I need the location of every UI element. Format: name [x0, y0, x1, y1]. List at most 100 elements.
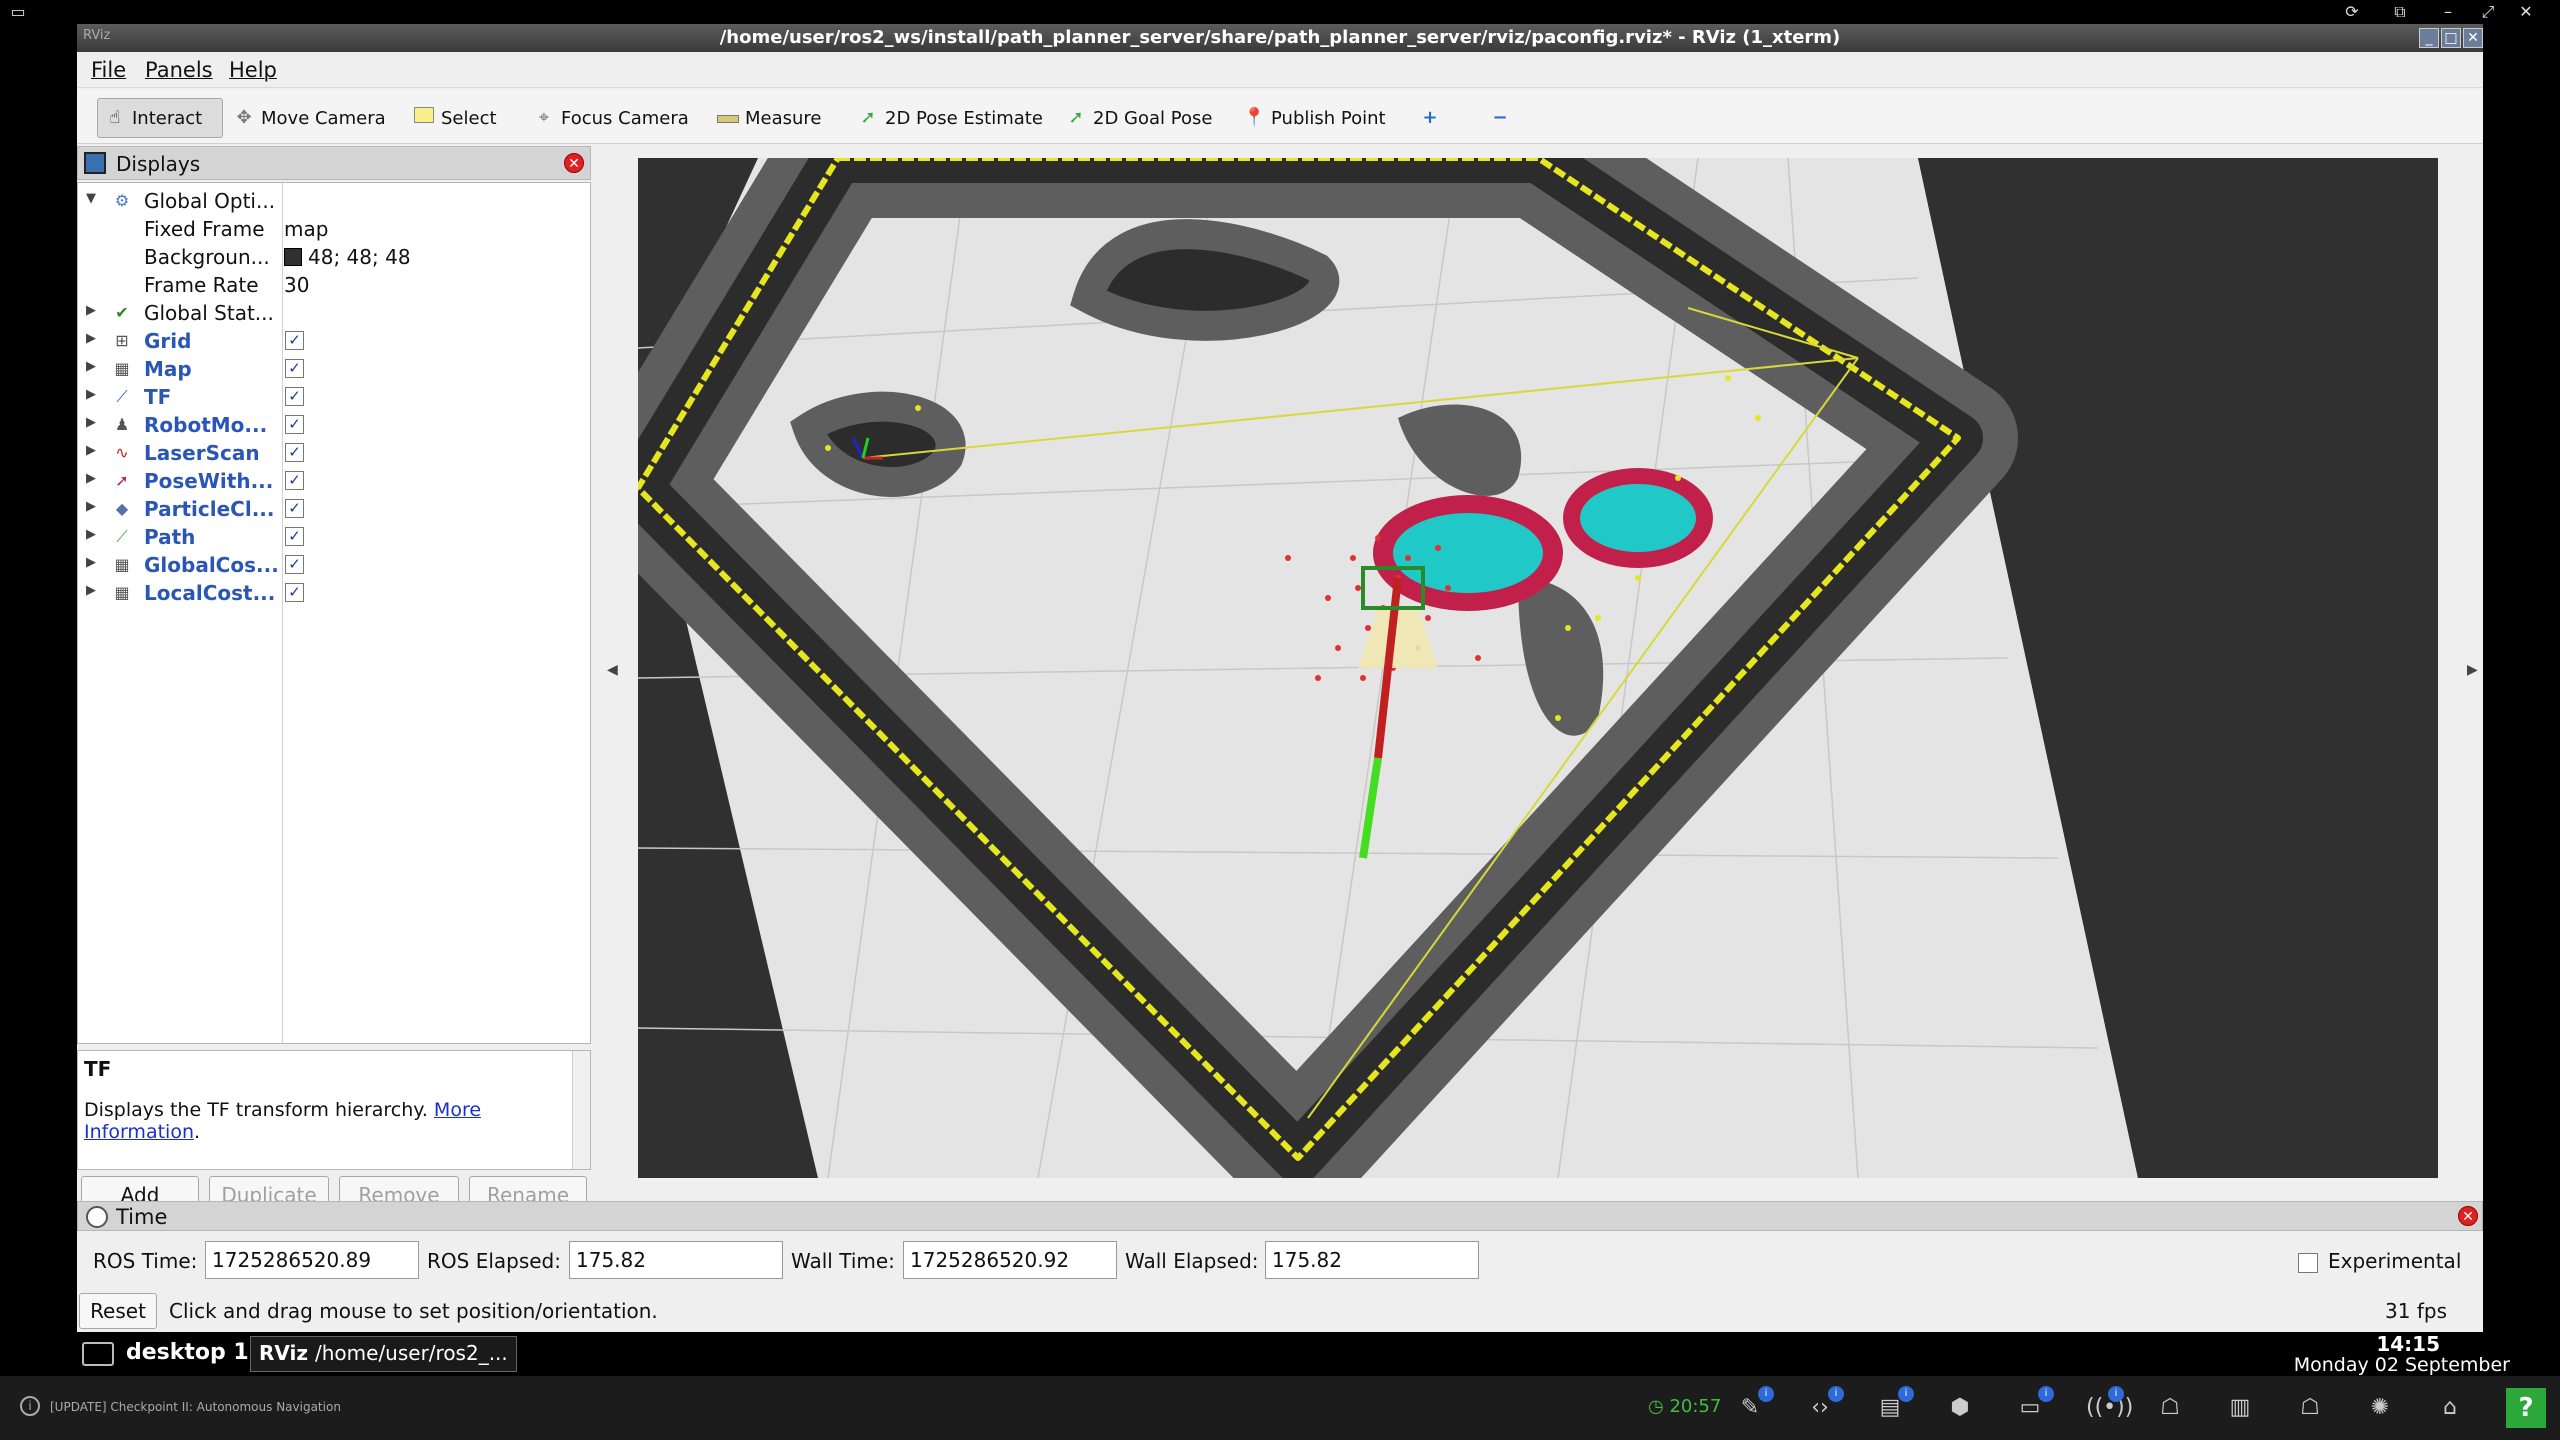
update-notice[interactable]: [UPDATE] Checkpoint II: Autonomous Navig… [50, 1400, 341, 1414]
display-item[interactable]: ▶ ➚ PoseWith... ✓ [78, 467, 590, 495]
3d-viewport[interactable] [638, 158, 2438, 1178]
collapse-left-arrow-icon[interactable]: ◀ [607, 662, 618, 678]
refresh-icon[interactable]: ⟳ [2342, 2, 2362, 22]
collapse-right-arrow-icon[interactable]: ▶ [2467, 662, 2478, 678]
select-tool-button[interactable]: Select [407, 98, 503, 138]
experimental-checkbox[interactable] [2298, 1253, 2318, 1273]
ros-elapsed-field[interactable]: 175.82 [569, 1241, 783, 1279]
publish-point-label: Publish Point [1271, 107, 1386, 129]
expand-arrow-icon[interactable]: ▶ [86, 303, 96, 318]
book-icon[interactable]: ▥ [2226, 1394, 2254, 1422]
goal-pose-tool-button[interactable]: ➚ 2D Goal Pose [1059, 98, 1218, 138]
map-icon: ▦ [114, 359, 130, 378]
display-item[interactable]: ▶ ◆ ParticleCl... ✓ [78, 495, 590, 523]
display-enable-checkbox[interactable]: ✓ [285, 471, 304, 490]
window-maximize-button[interactable]: □ [2441, 28, 2461, 48]
display-item[interactable]: ▶ ♟ RobotMo... ✓ [78, 411, 590, 439]
display-enable-checkbox[interactable]: ✓ [285, 583, 304, 602]
notebook-icon[interactable]: ▤ i [1876, 1386, 1914, 1422]
display-item[interactable]: ▶ ▦ LocalCost... ✓ [78, 579, 590, 607]
display-enable-checkbox[interactable]: ✓ [285, 387, 304, 406]
expand-arrow-icon[interactable]: ▶ [86, 443, 96, 458]
display-enable-checkbox[interactable]: ✓ [285, 527, 304, 546]
display-item[interactable]: ▶ ⟋ Path ✓ [78, 523, 590, 551]
fixed-frame-value[interactable]: map [284, 217, 328, 241]
expand-arrow-icon[interactable]: ▶ [86, 387, 96, 402]
close-icon[interactable]: ✕ [2516, 2, 2536, 22]
robot-status-icon[interactable]: ☖ [2296, 1394, 2324, 1422]
tree-row-background[interactable]: Backgroun... 48; 48; 48 [78, 243, 590, 271]
display-enable-checkbox[interactable]: ✓ [285, 359, 304, 378]
expand-arrow-icon[interactable]: ▶ [86, 471, 96, 486]
description-scrollbar[interactable] [572, 1051, 590, 1169]
ros-time-field[interactable]: 1725286520.89 [205, 1241, 419, 1279]
desktop-monitor-icon[interactable]: ▭ i [2016, 1386, 2054, 1422]
publish-point-tool-button[interactable]: 📍 Publish Point [1237, 98, 1392, 138]
expand-arrow-icon[interactable]: ▶ [86, 415, 96, 430]
menu-help[interactable]: Help [229, 58, 277, 82]
expand-arrow-icon[interactable]: ▶ [86, 359, 96, 374]
menu-file[interactable]: File [91, 58, 126, 82]
desktop-label[interactable]: desktop 1 [126, 1340, 249, 1365]
displays-header[interactable]: Displays ✕ [77, 146, 591, 180]
window-minimize-button[interactable]: _ [2419, 28, 2439, 48]
frame-rate-value[interactable]: 30 [284, 273, 309, 297]
information-link[interactable]: Information [84, 1121, 194, 1143]
focus-camera-tool-button[interactable]: ⌖ Focus Camera [527, 98, 695, 138]
measure-tool-button[interactable]: Measure [711, 98, 828, 138]
time-header[interactable]: Time ✕ [77, 1201, 2483, 1231]
tree-row-frame-rate[interactable]: Frame Rate 30 [78, 271, 590, 299]
tree-row-global-status[interactable]: ▶ ✔ Global Stat... [78, 299, 590, 327]
cube-icon[interactable]: ⬢ [1946, 1394, 1974, 1422]
tree-row-global-options[interactable]: ▼ ⚙ Global Opti... [78, 187, 590, 215]
move-camera-tool-button[interactable]: ✥ Move Camera [227, 98, 392, 138]
taskbar-clock: 14:15 [2376, 1332, 2440, 1356]
expand-arrow-icon[interactable]: ▶ [86, 499, 96, 514]
reset-button[interactable]: Reset [79, 1293, 157, 1329]
display-item-label: Grid [144, 329, 192, 353]
displays-close-icon[interactable]: ✕ [564, 153, 584, 173]
info-icon[interactable]: i [20, 1396, 40, 1416]
home-icon[interactable]: ⌂ [2436, 1394, 2464, 1422]
display-enable-checkbox[interactable]: ✓ [285, 499, 304, 518]
display-enable-checkbox[interactable]: ✓ [285, 555, 304, 574]
robot-icon[interactable]: ☖ [2156, 1394, 2184, 1422]
tree-row-fixed-frame[interactable]: Fixed Frame map [78, 215, 590, 243]
taskbar-rviz-task[interactable]: RViz /home/user/ros2_... [250, 1336, 517, 1372]
external-link-icon[interactable]: ⧉ [2390, 2, 2410, 22]
desktop-switcher-icon[interactable] [82, 1342, 114, 1366]
background-value-cell[interactable]: 48; 48; 48 [284, 245, 411, 269]
terminal-icon[interactable]: ✎ i [1736, 1386, 1774, 1422]
display-item[interactable]: ▶ ⟋ TF ✓ [78, 383, 590, 411]
display-enable-checkbox[interactable]: ✓ [285, 331, 304, 350]
display-item[interactable]: ▶ ⊞ Grid ✓ [78, 327, 590, 355]
more-link[interactable]: More [434, 1099, 481, 1121]
window-title-bar[interactable]: RViz /home/user/ros2_ws/install/path_pla… [77, 24, 2483, 52]
expand-arrow-icon[interactable]: ▶ [86, 583, 96, 598]
broadcast-icon[interactable]: ((•)) i [2086, 1386, 2133, 1422]
interact-tool-button[interactable]: ☝ Interact [97, 98, 223, 138]
help-button[interactable]: ? [2506, 1388, 2546, 1428]
menu-panels[interactable]: Panels [145, 58, 213, 82]
window-close-button[interactable]: ✕ [2463, 28, 2483, 48]
expand-icon[interactable]: ⤢ [2478, 2, 2498, 22]
expand-arrow-icon[interactable]: ▶ [86, 331, 96, 346]
monitor-icon[interactable]: ▭ [8, 2, 28, 22]
display-item[interactable]: ▶ ▦ Map ✓ [78, 355, 590, 383]
display-item[interactable]: ▶ ▦ GlobalCos... ✓ [78, 551, 590, 579]
expand-arrow-icon[interactable]: ▶ [86, 527, 96, 542]
ai-assistant-icon[interactable]: ✺ [2366, 1394, 2394, 1422]
pose-estimate-tool-button[interactable]: ➚ 2D Pose Estimate [851, 98, 1049, 138]
add-tool-button[interactable]: + [1413, 98, 1447, 138]
time-close-icon[interactable]: ✕ [2458, 1206, 2478, 1226]
expand-arrow-icon[interactable]: ▶ [86, 555, 96, 570]
wall-elapsed-field[interactable]: 175.82 [1265, 1241, 1479, 1279]
display-item[interactable]: ▶ ∿ LaserScan ✓ [78, 439, 590, 467]
remove-tool-button[interactable]: − [1483, 98, 1517, 138]
code-editor-icon[interactable]: ‹› i [1806, 1386, 1844, 1422]
collapse-arrow-icon[interactable]: ▼ [86, 191, 96, 206]
display-enable-checkbox[interactable]: ✓ [285, 443, 304, 462]
minimize-icon[interactable]: – [2438, 2, 2458, 22]
wall-time-field[interactable]: 1725286520.92 [903, 1241, 1117, 1279]
display-enable-checkbox[interactable]: ✓ [285, 415, 304, 434]
